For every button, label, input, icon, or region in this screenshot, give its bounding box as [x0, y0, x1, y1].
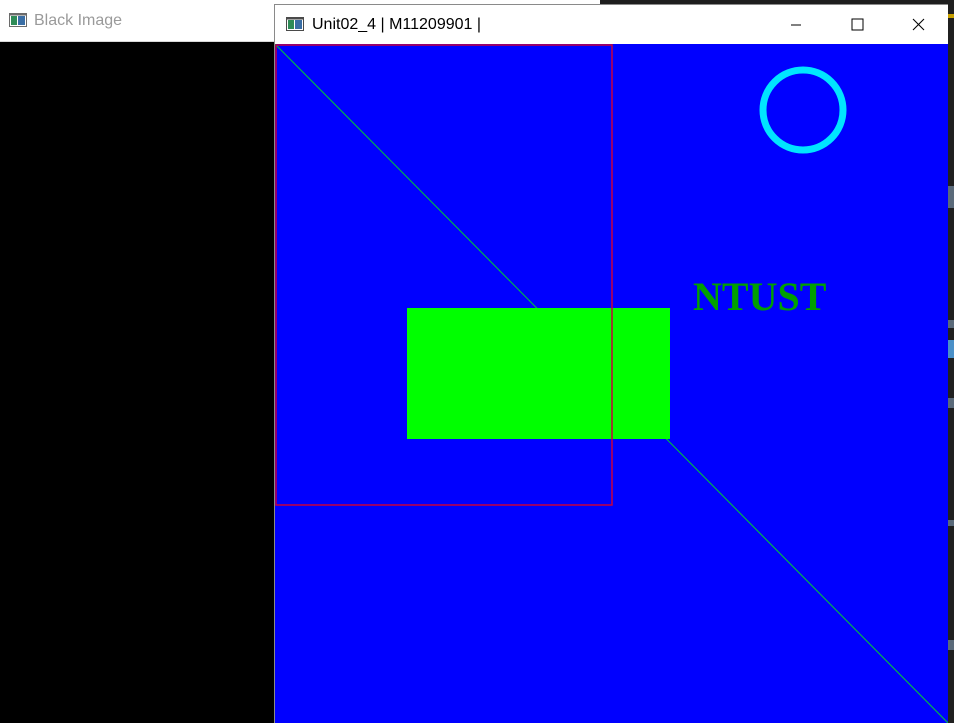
- desktop-edge-mark: [948, 398, 954, 408]
- window-title: Unit02_4 | M11209901 |: [312, 16, 482, 33]
- desktop-edge-mark: [948, 14, 954, 18]
- desktop-edge-mark: [948, 340, 954, 358]
- close-button[interactable]: [888, 5, 948, 44]
- drawing-surface: NTUST: [275, 44, 948, 723]
- unit02-window[interactable]: Unit02_4 | M11209901 | NTUST: [274, 4, 948, 723]
- desktop-edge-mark: [948, 640, 954, 650]
- ntust-text: NTUST: [693, 274, 827, 319]
- desktop-edge-mark: [948, 520, 954, 526]
- desktop-edge: [948, 0, 954, 723]
- desktop-edge-mark: [948, 320, 954, 328]
- unit02-titlebar[interactable]: Unit02_4 | M11209901 |: [275, 5, 948, 44]
- opencv-window-icon: [286, 17, 304, 31]
- opencv-window-icon: [9, 13, 27, 27]
- desktop-edge-mark: [948, 186, 954, 208]
- close-icon: [912, 18, 925, 31]
- maximize-button[interactable]: [827, 5, 887, 44]
- filled-rectangle: [407, 308, 670, 439]
- minimize-button[interactable]: [766, 5, 826, 44]
- minimize-icon: [790, 19, 802, 31]
- black-image-title: Black Image: [34, 12, 123, 29]
- image-canvas[interactable]: NTUST: [275, 44, 948, 723]
- maximize-icon: [851, 18, 864, 31]
